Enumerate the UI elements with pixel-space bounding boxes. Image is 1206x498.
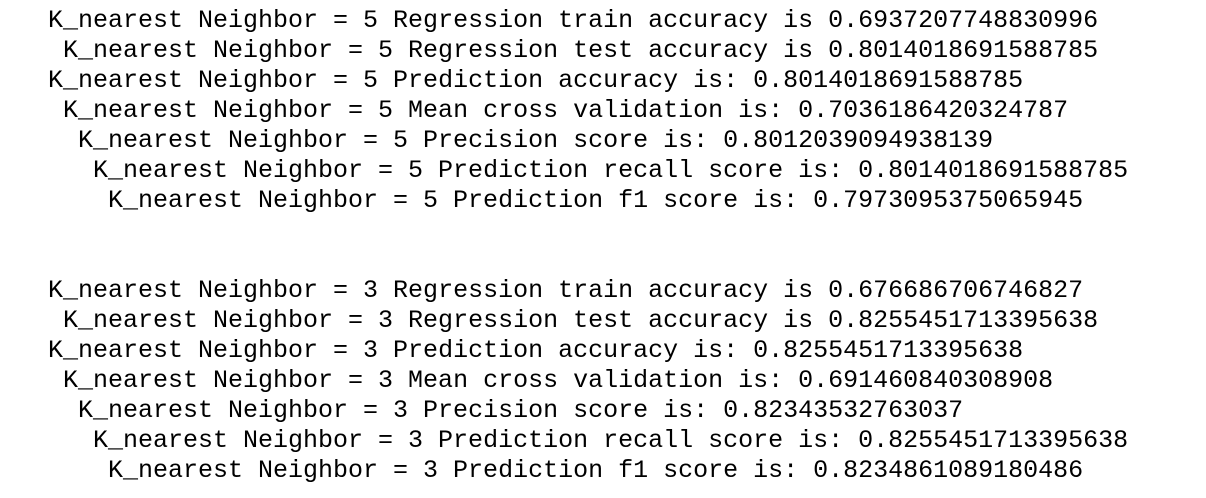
- output-line-k5-recall-score: K_nearest Neighbor = 5 Prediction recall…: [93, 156, 1129, 185]
- output-line-k3-prediction-accuracy: K_nearest Neighbor = 3 Prediction accura…: [48, 336, 1024, 365]
- output-line-k3-recall-score: K_nearest Neighbor = 3 Prediction recall…: [93, 426, 1129, 455]
- output-line-k5-prediction-accuracy: K_nearest Neighbor = 5 Prediction accura…: [48, 66, 1024, 95]
- output-line-k3-f1-score: K_nearest Neighbor = 3 Prediction f1 sco…: [108, 456, 1084, 485]
- output-line-k5-test-accuracy: K_nearest Neighbor = 5 Regression test a…: [63, 36, 1099, 65]
- output-line-k3-train-accuracy: K_nearest Neighbor = 3 Regression train …: [48, 276, 1084, 305]
- output-line-k3-mean-cross-validation: K_nearest Neighbor = 3 Mean cross valida…: [63, 366, 1054, 395]
- console-output: K_nearest Neighbor = 5 Regression train …: [0, 0, 1206, 498]
- output-line-k5-mean-cross-validation: K_nearest Neighbor = 5 Mean cross valida…: [63, 96, 1069, 125]
- output-line-k5-precision-score: K_nearest Neighbor = 5 Precision score i…: [78, 126, 994, 155]
- output-line-k3-precision-score: K_nearest Neighbor = 3 Precision score i…: [78, 396, 964, 425]
- output-line-k3-test-accuracy: K_nearest Neighbor = 3 Regression test a…: [63, 306, 1099, 335]
- output-line-k5-f1-score: K_nearest Neighbor = 5 Prediction f1 sco…: [108, 186, 1084, 215]
- output-line-k5-train-accuracy: K_nearest Neighbor = 5 Regression train …: [48, 6, 1099, 35]
